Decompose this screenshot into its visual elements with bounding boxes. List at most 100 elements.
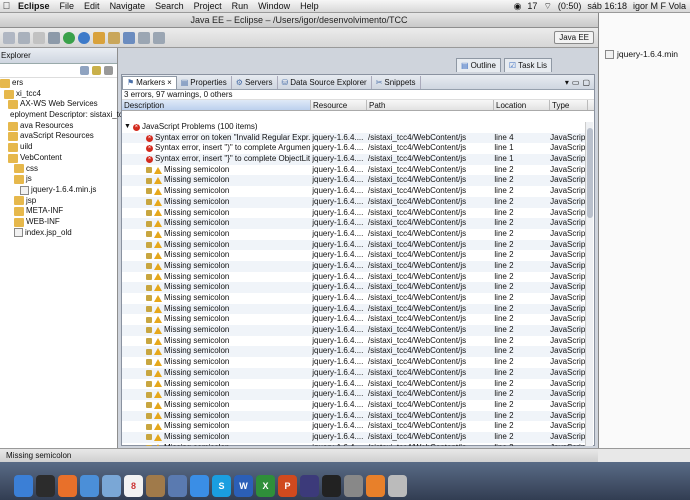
dock-itunes-icon[interactable]	[190, 475, 209, 497]
navigate-back-icon[interactable]	[138, 31, 150, 44]
dock-word-icon[interactable]: W	[234, 475, 253, 497]
table-row[interactable]: Missing semicolon jquery-1.6.4..../sistax…	[122, 250, 586, 261]
dock-addressbook-icon[interactable]	[146, 475, 165, 497]
table-row[interactable]: Missing semicolon jquery-1.6.4..../sistax…	[122, 367, 586, 379]
table-row[interactable]: Missing semicolon jquery-1.6.4..../sistax…	[122, 336, 586, 347]
column-resource[interactable]: Resource	[311, 100, 367, 110]
tree-item[interactable]: index.jsp_old	[0, 228, 117, 239]
dock-excel-icon[interactable]: X	[256, 475, 275, 497]
view-menu-icon[interactable]	[104, 66, 113, 75]
table-row[interactable]: Missing semicolon jquery-1.6.4..../sistax…	[122, 260, 586, 272]
tree-item[interactable]: avaScript Resources	[0, 131, 117, 142]
table-row[interactable]: Missing semicolon jquery-1.6.4..../sistax…	[122, 293, 586, 304]
user-name[interactable]: igor M F Vola	[633, 1, 686, 11]
collapse-all-icon[interactable]	[80, 66, 89, 75]
tab-properties[interactable]: ▤ Properties	[177, 76, 232, 89]
column-description[interactable]: Description	[122, 100, 311, 110]
table-row[interactable]: Missing semicolon jquery-1.6.4..../sistax…	[122, 272, 586, 283]
dock-vlc-icon[interactable]	[366, 475, 385, 497]
dock-safari-icon[interactable]	[80, 475, 99, 497]
column-path[interactable]: Path	[367, 100, 494, 110]
group-row[interactable]: ▼ × JavaScript Problems (100 items)	[122, 122, 586, 133]
column-location[interactable]: Location	[494, 100, 550, 110]
dock-dashboard-icon[interactable]	[36, 475, 55, 497]
dock-photos-icon[interactable]	[168, 475, 187, 497]
dock-trash-icon[interactable]	[388, 475, 407, 497]
tree-item[interactable]: AX-WS Web Services	[0, 99, 117, 110]
table-row[interactable]: Missing semicolon jquery-1.6.4..../sistax…	[122, 208, 586, 219]
menu-navigate[interactable]: Navigate	[105, 1, 151, 11]
table-row[interactable]: Missing semicolon jquery-1.6.4..../sistax…	[122, 282, 586, 293]
markers-scrollbar[interactable]	[585, 122, 593, 446]
tree-item[interactable]: uild	[0, 142, 117, 153]
tree-item[interactable]: META-INF	[0, 206, 117, 217]
tree-item[interactable]: ava Resources	[0, 121, 117, 132]
table-row[interactable]: Missing semicolon jquery-1.6.4..../sistax…	[122, 314, 586, 325]
save-icon[interactable]	[18, 31, 30, 44]
column-type[interactable]: Type	[550, 100, 588, 110]
explorer-tab[interactable]: Explorer	[0, 48, 117, 64]
table-row[interactable]: Missing semicolon jquery-1.6.4..../sistax…	[122, 196, 586, 208]
table-row[interactable]: Missing semicolon jquery-1.6.4..../sistax…	[122, 186, 586, 197]
menu-search[interactable]: Search	[150, 1, 189, 11]
notifications-icon[interactable]: ◉	[514, 1, 522, 12]
link-editor-icon[interactable]	[92, 66, 101, 75]
dock-skype-icon[interactable]: S	[212, 475, 231, 497]
tree-item[interactable]: js	[0, 174, 117, 185]
minimize-icon[interactable]: ▭	[572, 78, 580, 87]
tree-item[interactable]: css	[0, 164, 117, 175]
table-row[interactable]: Missing semicolon jquery-1.6.4..../sistax…	[122, 389, 586, 400]
table-row[interactable]: Missing semicolon jquery-1.6.4..../sistax…	[122, 325, 586, 336]
menu-file[interactable]: File	[55, 1, 80, 11]
view-menu-icon[interactable]: ▾	[565, 78, 569, 87]
tab-task-list[interactable]: ☑ Task Lis	[503, 58, 552, 72]
table-row[interactable]: Missing semicolon jquery-1.6.4..../sistax…	[122, 165, 586, 176]
tree-item[interactable]: jsp	[0, 196, 117, 207]
clock[interactable]: sáb 16:18	[587, 1, 627, 11]
expand-triangle-icon[interactable]: ▼	[124, 122, 131, 133]
menu-help[interactable]: Help	[295, 1, 324, 11]
download-count[interactable]: 17	[527, 1, 537, 11]
dock-finder-icon[interactable]	[14, 475, 33, 497]
menu-edit[interactable]: Edit	[79, 1, 105, 11]
run-icon[interactable]	[63, 31, 75, 44]
table-row[interactable]: Missing semicolon jquery-1.6.4..../sistax…	[122, 229, 586, 240]
table-row[interactable]: Missing semicolon jquery-1.6.4..../sistax…	[122, 443, 586, 446]
table-row[interactable]: Missing semicolon jquery-1.6.4..../sistax…	[122, 400, 586, 411]
dock-mail-icon[interactable]	[102, 475, 121, 497]
tree-item[interactable]: VebContent	[0, 153, 117, 164]
print-icon[interactable]	[33, 31, 45, 44]
open-type-icon[interactable]	[108, 31, 120, 44]
table-row[interactable]: × Syntax error on token "Invalid Regular …	[122, 132, 586, 144]
tab-servers[interactable]: ⚙ Servers	[232, 76, 278, 89]
table-row[interactable]: Missing semicolon jquery-1.6.4..../sistax…	[122, 357, 586, 368]
table-row[interactable]: Missing semicolon jquery-1.6.4..../sistax…	[122, 175, 586, 187]
search-icon[interactable]	[123, 31, 135, 44]
table-row[interactable]: × Syntax error, insert ")" to complete Ar…	[122, 143, 586, 154]
dock-ical-icon[interactable]: 8	[124, 475, 143, 497]
menu-window[interactable]: Window	[253, 1, 295, 11]
dock-terminal-icon[interactable]	[322, 475, 341, 497]
tab-snippets[interactable]: ✂ Snippets	[372, 76, 421, 89]
table-row[interactable]: Missing semicolon jquery-1.6.4..../sistax…	[122, 346, 586, 358]
tree-item[interactable]: xi_tcc4	[0, 89, 117, 100]
perspective-button[interactable]: Java EE	[554, 31, 594, 44]
dock-eclipse-icon[interactable]	[300, 475, 319, 497]
menu-run[interactable]: Run	[227, 1, 254, 11]
tree-item[interactable]: eployment Descriptor: sistaxi_tcc4	[0, 110, 131, 121]
table-row[interactable]: Missing semicolon jquery-1.6.4..../sistax…	[122, 218, 586, 229]
apple-icon[interactable]: 	[0, 1, 13, 12]
new-icon[interactable]	[3, 31, 15, 44]
battery-status[interactable]: (0:50)	[558, 1, 582, 11]
gear-icon[interactable]	[48, 31, 60, 44]
tab-markers[interactable]: ⚑ Markers ×	[122, 76, 177, 89]
dock-powerpoint-icon[interactable]: P	[278, 475, 297, 497]
tree-item[interactable]: ers	[0, 78, 117, 89]
table-row[interactable]: × Syntax error, insert "}" to complete Ob…	[122, 154, 586, 165]
table-row[interactable]: Missing semicolon jquery-1.6.4..../sistax…	[122, 379, 586, 390]
table-row[interactable]: Missing semicolon jquery-1.6.4..../sistax…	[122, 431, 586, 443]
dock-firefox-icon[interactable]	[58, 475, 77, 497]
scrollbar-thumb[interactable]	[587, 128, 593, 218]
menu-project[interactable]: Project	[189, 1, 227, 11]
maximize-icon[interactable]: ▢	[582, 78, 590, 87]
